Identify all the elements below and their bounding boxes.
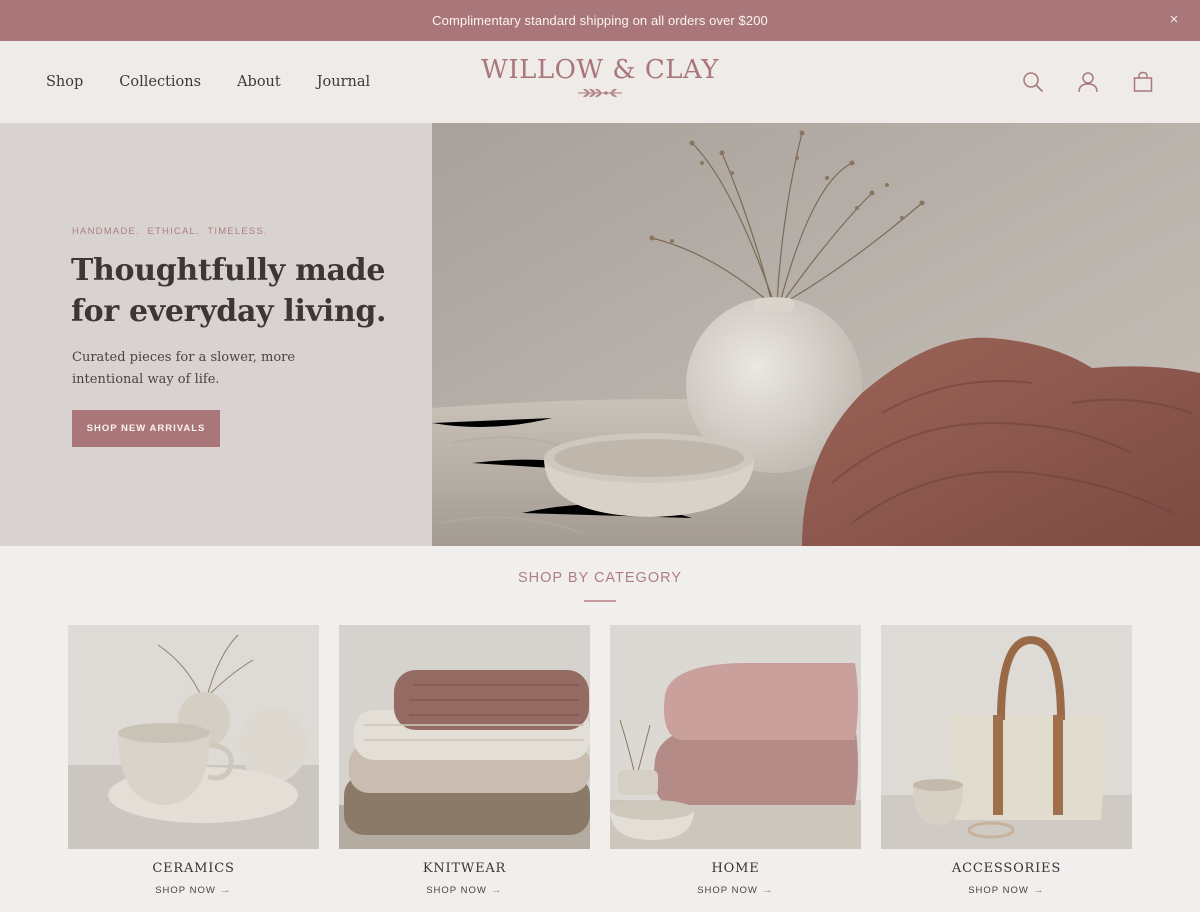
category-label: CERAMICS bbox=[152, 861, 235, 876]
section-divider bbox=[584, 600, 616, 602]
shop-now-text: SHOP NOW bbox=[155, 885, 216, 896]
search-icon[interactable] bbox=[1016, 65, 1050, 99]
close-icon[interactable]: × bbox=[1164, 10, 1184, 30]
category-card-knitwear[interactable]: KNITWEAR SHOP NOW → bbox=[339, 625, 590, 896]
shop-now-link[interactable]: SHOP NOW → bbox=[881, 884, 1132, 896]
category-card-home[interactable]: HOME SHOP NOW → bbox=[610, 625, 861, 896]
shop-new-arrivals-button[interactable]: SHOP NEW ARRIVALS bbox=[72, 410, 220, 447]
arrow-right-icon: → bbox=[219, 884, 232, 896]
shopping-bag-icon[interactable] bbox=[1126, 65, 1160, 99]
category-card-accessories[interactable]: ACCESSORIES SHOP NOW → bbox=[881, 625, 1132, 896]
nav-shop[interactable]: Shop bbox=[46, 74, 83, 90]
hero-text-panel: HANDMADE. ETHICAL. TIMELESS. Thoughtfull… bbox=[0, 123, 432, 546]
logo[interactable]: WILLOW & CLAY bbox=[430, 55, 770, 100]
announcement-text: Complimentary standard shipping on all o… bbox=[432, 13, 768, 28]
account-icon[interactable] bbox=[1071, 65, 1105, 99]
knitwear-image bbox=[339, 625, 590, 849]
shop-now-link[interactable]: SHOP NOW → bbox=[339, 884, 590, 896]
hero-section: HANDMADE. ETHICAL. TIMELESS. Thoughtfull… bbox=[0, 123, 1200, 546]
arrow-right-icon: → bbox=[490, 884, 503, 896]
hero-title: Thoughtfully made for everyday living. bbox=[71, 253, 387, 329]
nav-collections[interactable]: Collections bbox=[119, 74, 201, 90]
category-label: HOME bbox=[711, 861, 760, 876]
main-nav: Shop Collections About Journal bbox=[46, 41, 406, 123]
ceramics-image bbox=[68, 625, 319, 849]
accessories-image bbox=[881, 625, 1132, 849]
sprig-icon bbox=[578, 88, 622, 98]
section-title: SHOP BY CATEGORY bbox=[517, 570, 682, 586]
logo-text: WILLOW & CLAY bbox=[481, 55, 719, 85]
hero-image bbox=[432, 123, 1200, 546]
shop-now-text: SHOP NOW bbox=[426, 885, 487, 896]
announcement-bar: Complimentary standard shipping on all o… bbox=[0, 0, 1200, 41]
arrow-right-icon: → bbox=[1032, 884, 1045, 896]
nav-journal[interactable]: Journal bbox=[317, 74, 370, 90]
shop-now-text: SHOP NOW bbox=[968, 885, 1029, 896]
header-icons bbox=[995, 41, 1160, 123]
site-header: Shop Collections About Journal WILLOW & … bbox=[0, 41, 1200, 123]
shop-now-link[interactable]: SHOP NOW → bbox=[610, 884, 861, 896]
shop-now-text: SHOP NOW bbox=[697, 885, 758, 896]
hero-eyebrow: HANDMADE. ETHICAL. TIMELESS. bbox=[72, 226, 268, 237]
category-card-ceramics[interactable]: CERAMICS SHOP NOW → bbox=[68, 625, 319, 896]
shop-now-link[interactable]: SHOP NOW → bbox=[68, 884, 319, 896]
hero-subtitle: Curated pieces for a slower, more intent… bbox=[72, 350, 296, 387]
home-image bbox=[610, 625, 861, 849]
category-label: ACCESSORIES bbox=[951, 861, 1062, 876]
nav-about[interactable]: About bbox=[237, 74, 281, 90]
arrow-right-icon: → bbox=[761, 884, 774, 896]
category-label: KNITWEAR bbox=[422, 861, 507, 876]
